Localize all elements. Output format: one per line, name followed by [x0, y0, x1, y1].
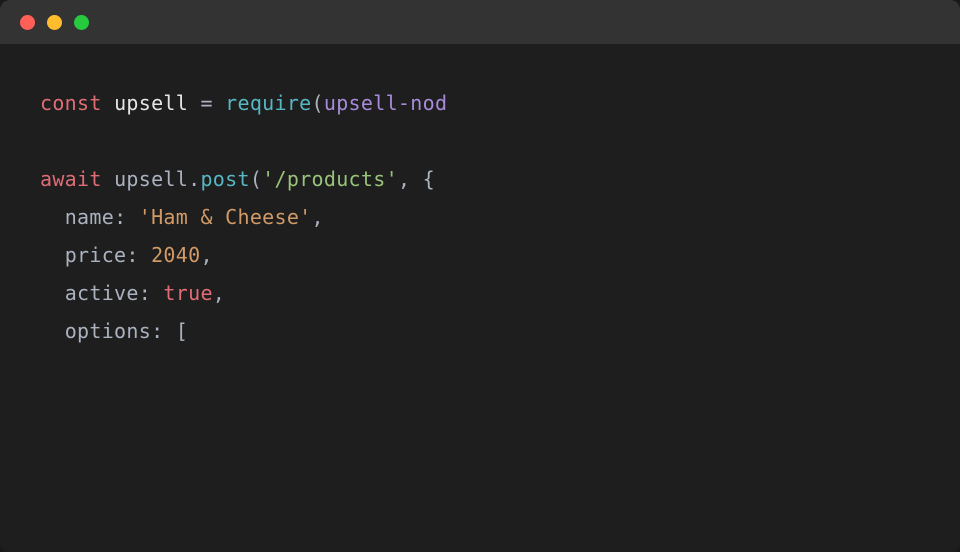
- keyword-const: const: [40, 91, 102, 115]
- keyword-await: await: [40, 167, 102, 191]
- prop-active: active: [65, 281, 139, 305]
- comma: ,: [398, 167, 410, 191]
- paren-open: (: [250, 167, 262, 191]
- comma: ,: [200, 243, 212, 267]
- prop-price: price: [65, 243, 127, 267]
- editor-window: const upsell = require(upsell-nod await …: [0, 0, 960, 552]
- comma: ,: [213, 281, 225, 305]
- colon: :: [151, 319, 163, 343]
- close-icon[interactable]: [20, 15, 35, 30]
- paren-open: (: [312, 91, 324, 115]
- identifier: upsell: [114, 91, 188, 115]
- number-value: 2040: [151, 243, 200, 267]
- code-editor[interactable]: const upsell = require(upsell-nod await …: [0, 44, 960, 552]
- indent: [40, 319, 65, 343]
- minimize-icon[interactable]: [47, 15, 62, 30]
- identifier: upsell: [114, 167, 188, 191]
- brace-open: {: [423, 167, 435, 191]
- operator-eq: =: [200, 91, 212, 115]
- function-require: require: [225, 91, 311, 115]
- boolean-value: true: [163, 281, 212, 305]
- colon: :: [139, 281, 151, 305]
- colon: :: [114, 205, 126, 229]
- prop-options: options: [65, 319, 151, 343]
- indent: [40, 205, 65, 229]
- prop-name: name: [65, 205, 114, 229]
- indent: [40, 281, 65, 305]
- colon: :: [126, 243, 138, 267]
- titlebar: [0, 0, 960, 44]
- dot: .: [188, 167, 200, 191]
- indent: [40, 243, 65, 267]
- string-path: '/products': [262, 167, 398, 191]
- code-content: const upsell = require(upsell-nod await …: [40, 84, 920, 350]
- bracket-open: [: [176, 319, 188, 343]
- comma: ,: [312, 205, 324, 229]
- maximize-icon[interactable]: [74, 15, 89, 30]
- method-post: post: [200, 167, 249, 191]
- string-value: 'Ham & Cheese': [139, 205, 312, 229]
- require-arg: upsell-nod: [324, 91, 447, 115]
